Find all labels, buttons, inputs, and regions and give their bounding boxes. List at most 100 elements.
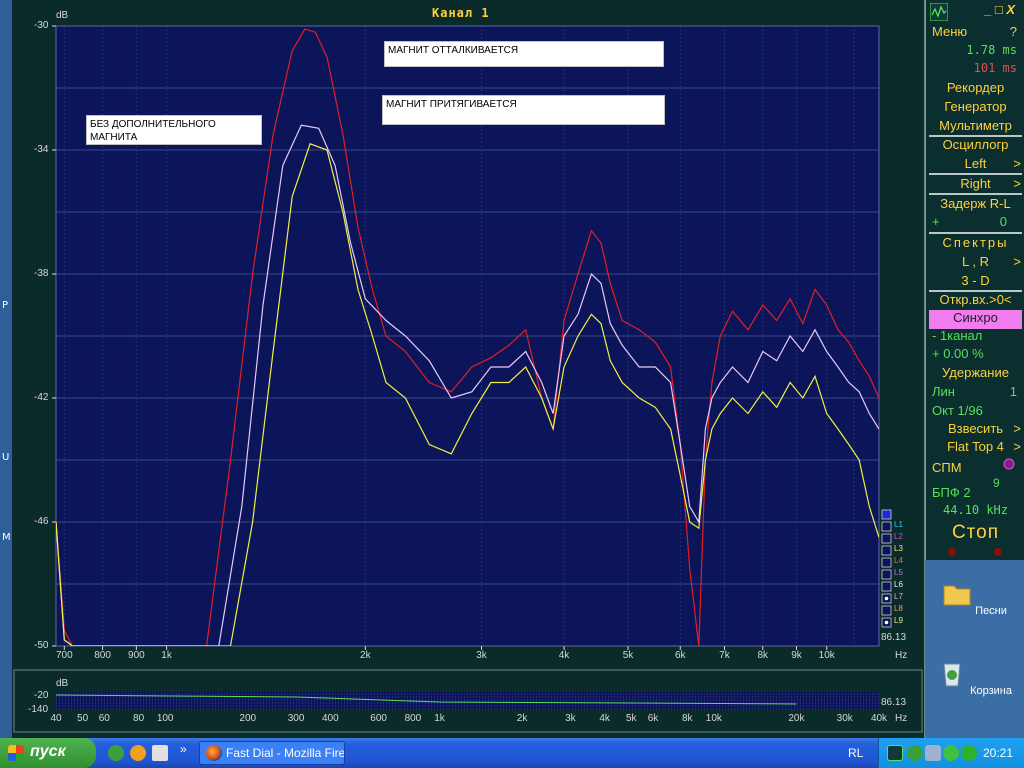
generator-button[interactable]: Генератор [926, 99, 1024, 118]
utorrent-icon[interactable] [108, 745, 124, 761]
channel2-y-axis-unit: dB [56, 678, 69, 689]
delay-value: 0 [999, 214, 1007, 229]
skype-tray-icon[interactable] [961, 745, 977, 761]
channel2-x-axis-unit: Hz [895, 713, 908, 724]
fft-button[interactable]: БПФ 2 [926, 485, 1024, 504]
x-tick-label: 7k [719, 650, 730, 661]
channel2-x-tick-label: 6k [647, 713, 659, 724]
recorder-button[interactable]: Рекордер [926, 80, 1024, 99]
legend-swatch[interactable] [881, 581, 892, 592]
system-tray: 20:21 [878, 738, 1024, 768]
sync-percent[interactable]: + 0.00 % [926, 346, 1024, 365]
recycle-bin-icon [943, 663, 961, 687]
quicklaunch-more[interactable]: » [180, 742, 187, 756]
trash-label: Корзина [970, 685, 1012, 697]
x-tick-label: 8k [757, 650, 769, 661]
channel2-x-tick-label: 8k [681, 713, 693, 724]
sync-button[interactable]: Синхро [929, 310, 1022, 329]
messenger-tray-icon[interactable] [943, 745, 959, 761]
channel2-x-tick-label: 40k [870, 713, 888, 724]
x-tick-label: 2k [360, 650, 371, 661]
weigh-label: Взвесить [947, 421, 1004, 436]
x-tick-label: 5k [622, 650, 634, 661]
firefox-icon [206, 745, 222, 761]
channel2-x-tick-label: 5k [625, 713, 637, 724]
task-label: Fast Dial - Mozilla Fire... [226, 746, 345, 760]
left-label: Left [964, 156, 987, 171]
y-tick-label: -50 [34, 640, 49, 651]
desktop-icon-trash[interactable]: Корзина [925, 658, 1024, 697]
legend-swatch[interactable] [881, 509, 892, 520]
clock: 20:21 [983, 746, 1014, 760]
legend-swatch[interactable] [881, 521, 892, 532]
show-desktop-icon[interactable] [152, 745, 168, 761]
weigh-button[interactable]: Взвесить > [926, 421, 1024, 440]
status-leds [948, 548, 1002, 556]
minimize-button[interactable]: _ [984, 2, 991, 17]
x-tick-label: 1k [161, 650, 172, 661]
y-tick-label: -38 [34, 268, 49, 279]
spectra-button[interactable]: Спектры [926, 235, 1024, 254]
channel2-x-tick-label: 100 [156, 713, 174, 724]
channel2-x-tick-label: 20k [788, 713, 805, 724]
time-readout-2: 101 ms [973, 61, 1017, 75]
spectrum-analyzer-window: Канал 1 -30 -34 -38 -42 -46 -50 dB 700 800 900 1k 2… [12, 0, 925, 738]
legend-check-icon [884, 596, 889, 601]
strip-letter: Р [2, 300, 9, 311]
annotation-attracts-text: МАГНИТ ПРИТЯГИВАЕТСЯ [386, 99, 517, 110]
separator [929, 173, 1022, 175]
legend-swatch[interactable] [881, 545, 892, 556]
maximize-button[interactable]: □ [995, 2, 1003, 17]
screen: Р U М Канал 1 -30 -34 -38 -42 -46 -50 dB 700 800… [0, 0, 1024, 768]
channel2-x-tick-label: 30k [836, 713, 853, 724]
y-tick-label: -34 [34, 144, 49, 155]
language-indicator[interactable]: RL [848, 746, 863, 760]
folder-icon [943, 585, 971, 606]
open-input-button[interactable]: Откр.вх.>0< [926, 292, 1024, 311]
channel2-x-tick-label: 600 [370, 713, 387, 724]
stop-button[interactable]: Стоп [926, 522, 1024, 546]
close-button[interactable]: X [1006, 2, 1015, 17]
annotation-repels: МАГНИТ ОТТАЛКИВАЕТСЯ [384, 41, 664, 67]
x-tick-label: 800 [94, 650, 111, 661]
annotation-attracts: МАГНИТ ПРИТЯГИВАЕТСЯ [382, 95, 665, 125]
lin-value: 1 [1009, 384, 1017, 399]
x-tick-label: 10k [818, 650, 835, 661]
chevron-right-icon: > [1013, 421, 1021, 436]
hold-button[interactable]: Удержание [926, 365, 1024, 384]
desktop-icon-songs[interactable]: Песни [925, 578, 1024, 617]
led-right-icon [994, 548, 1002, 556]
legend-label: L4 [894, 556, 903, 565]
y-tick-label: -46 [34, 516, 49, 527]
legend-label: L3 [894, 544, 903, 553]
sample-rate[interactable]: 44.10 kHz [926, 503, 1024, 522]
utorrent-tray-icon[interactable] [907, 745, 923, 761]
legend-swatch[interactable] [881, 569, 892, 580]
task-firefox[interactable]: Fast Dial - Mozilla Fire... [199, 741, 345, 765]
window-function-button[interactable]: Flat Top 4 > [926, 439, 1024, 458]
delay-button[interactable]: Задерж R-L [926, 196, 1024, 215]
right-label: Right [960, 176, 991, 191]
desktop-area: Песни Корзина [925, 560, 1024, 738]
channel-select[interactable]: - 1канал [926, 328, 1024, 347]
octave-button[interactable]: Окт 1/96 [926, 403, 1024, 422]
channel2-x-tick-label: 4k [599, 713, 610, 724]
channel2-x-tick-label: 3k [565, 713, 576, 724]
lr-button[interactable]: L , R > [926, 254, 1024, 273]
media-player-icon[interactable] [130, 745, 146, 761]
x-tick-label: 6k [674, 650, 686, 661]
chevron-right-icon: > [1013, 254, 1021, 269]
legend-label: L5 [894, 568, 903, 577]
help-button[interactable]: ? [926, 24, 1024, 43]
spm-knob-icon[interactable] [1003, 458, 1015, 470]
legend-swatch[interactable] [881, 605, 892, 616]
legend-swatch[interactable] [881, 533, 892, 544]
analyzer-tray-icon[interactable] [887, 745, 903, 761]
channel2-title: Канал 2 [432, 676, 490, 690]
channel2-x-tick-label: 800 [404, 713, 422, 724]
legend-swatch[interactable] [881, 557, 892, 568]
start-button[interactable]: пуск [0, 738, 96, 768]
network-tray-icon[interactable] [925, 745, 941, 761]
channel2-x-tick-label: 1k [434, 713, 445, 724]
oscillograph-button[interactable]: Осциллогр [926, 137, 1024, 156]
